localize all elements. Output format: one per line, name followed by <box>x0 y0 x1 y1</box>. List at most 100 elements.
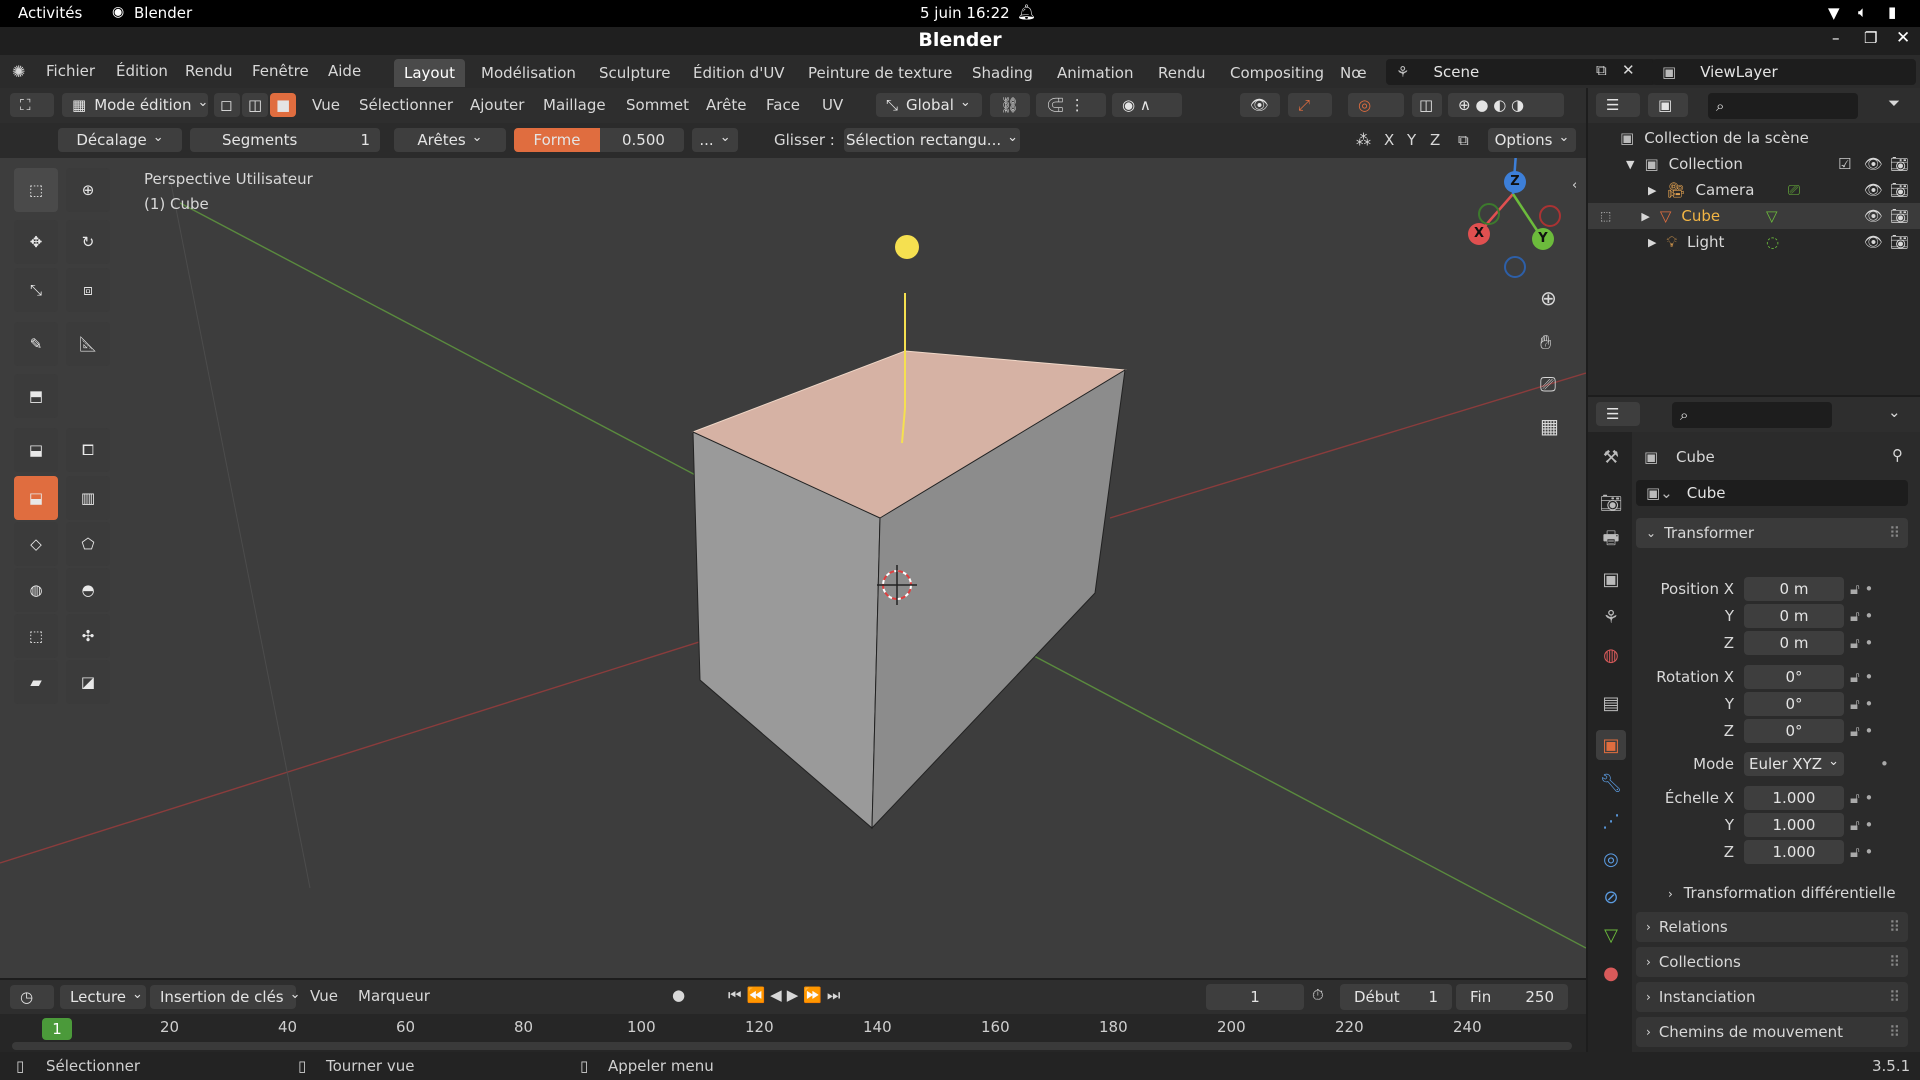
timeline-editor-type[interactable]: ◷ <box>10 985 54 1009</box>
camera-render-icon[interactable]: 📷︎ <box>1890 181 1909 199</box>
header-menu-select[interactable]: Sélectionner <box>359 96 453 114</box>
keyframe-dot-icon[interactable]: • <box>1880 755 1889 773</box>
edge-slide-tool[interactable]: ⬚ <box>14 614 58 658</box>
menu-window[interactable]: Fenêtre <box>252 62 309 80</box>
app-menu[interactable]: Blender <box>134 4 192 22</box>
maximize-icon[interactable]: ❐ <box>1864 29 1877 47</box>
stopwatch-icon[interactable]: ⏱︎ <box>1312 986 1324 1004</box>
options-dropdown[interactable]: Options <box>1488 128 1576 152</box>
clock[interactable]: 5 juin 16:22 <box>920 4 1010 22</box>
shear-tool[interactable]: ▰ <box>14 660 58 704</box>
header-menu-vertex[interactable]: Sommet <box>626 96 689 114</box>
drag-dropdown[interactable]: Sélection rectangu... <box>844 128 1020 152</box>
scale-x-field[interactable]: 1.000 <box>1744 786 1844 810</box>
instancing-panel[interactable]: › Instanciation ⠿ <box>1636 982 1908 1012</box>
lock-icon[interactable]: 🔓︎ • <box>1850 580 1873 598</box>
annotate-tool[interactable]: ✎ <box>14 322 58 366</box>
expand-icon[interactable]: ▶ <box>1648 184 1656 197</box>
lock-icon[interactable]: 🔓︎ • <box>1850 634 1873 652</box>
properties-editor-type[interactable]: ☰ <box>1596 402 1640 426</box>
camera-render-icon[interactable]: 📷︎ <box>1890 207 1909 225</box>
header-menu-view[interactable]: Vue <box>312 96 340 114</box>
scale-y-field[interactable]: 1.000 <box>1744 813 1844 837</box>
viewlayer-selector[interactable]: ▣ ViewLayer <box>1652 59 1916 85</box>
timeline[interactable]: 1 20 40 60 80 100 120 140 160 180 200 22… <box>0 1014 1586 1052</box>
playback-controls-icon[interactable]: ⏮⏪◀▶⏩⏭ <box>728 986 845 1004</box>
outliner-item-cube[interactable]: ⬚ ▶ ▽ Cube ▽ 👁︎ 📷︎ <box>1588 203 1920 229</box>
measure-tool[interactable]: 📐︎ <box>66 322 110 366</box>
rotate-tool[interactable]: ↻ <box>66 220 110 264</box>
relations-panel[interactable]: › Relations ⠿ <box>1636 912 1908 942</box>
rotation-z-field[interactable]: 0° <box>1744 719 1844 743</box>
menu-file[interactable]: Fichier <box>46 62 95 80</box>
eye-icon[interactable]: 👁︎ <box>1864 155 1883 173</box>
mirror-z-toggle[interactable]: Z <box>1430 131 1440 149</box>
scale-z-field[interactable]: 1.000 <box>1744 840 1844 864</box>
tab-layout[interactable]: Layout <box>394 59 465 87</box>
expand-icon[interactable]: ▶ <box>1641 210 1649 223</box>
affect-dropdown[interactable]: Arêtes <box>394 128 506 152</box>
add-cube-tool[interactable]: ⬒ <box>14 374 58 418</box>
pivot-button[interactable]: ⛓ <box>990 93 1030 117</box>
vertex-select-button[interactable]: ◻ <box>214 93 240 117</box>
tab-uv-editing[interactable]: Édition d'UV <box>683 59 795 87</box>
light-data-icon[interactable]: ◌ <box>1766 233 1779 251</box>
scene-selector[interactable]: ⚘ Scene <box>1386 59 1656 85</box>
scene-new-icon[interactable]: ⧉ <box>1596 61 1607 79</box>
face-select-button[interactable]: ■ <box>270 93 296 117</box>
timeline-scrollbar[interactable] <box>12 1042 1572 1050</box>
playhead[interactable]: 1 <box>42 1018 72 1040</box>
close-icon[interactable]: ✕ <box>1896 28 1910 48</box>
camera-data-icon[interactable]: ⎚ <box>1788 181 1800 199</box>
rip-tool[interactable]: ◪ <box>66 660 110 704</box>
xray-button[interactable]: ◫ <box>1412 93 1442 117</box>
filter-icon[interactable]: ⏷ <box>1888 94 1900 112</box>
lock-icon[interactable]: 🔓︎ • <box>1850 607 1873 625</box>
inset-tool[interactable]: ⧠ <box>66 428 110 472</box>
tab-shading[interactable]: Shading <box>962 59 1043 87</box>
lock-icon[interactable]: 🔓︎ • <box>1850 843 1873 861</box>
outliner-collection[interactable]: ▼ ▣ Collection ☑ 👁︎ 📷︎ <box>1588 151 1920 177</box>
output-tab-icon[interactable]: 🖶︎ <box>1596 526 1626 556</box>
outliner-search[interactable]: ⌕ <box>1708 93 1858 119</box>
rotation-x-field[interactable]: 0° <box>1744 665 1844 689</box>
mesh-options-icon[interactable]: ⧉ <box>1458 131 1469 149</box>
header-menu-face[interactable]: Face <box>766 96 800 114</box>
header-menu-uv[interactable]: UV <box>822 96 843 114</box>
lock-icon[interactable]: 🔓︎ • <box>1850 816 1873 834</box>
sidebar-toggle-icon[interactable]: ‹ <box>1572 178 1577 193</box>
smooth-tool[interactable]: ◓ <box>66 568 110 612</box>
segments-field[interactable]: Segments 1 <box>190 128 380 152</box>
knife-tool[interactable]: ◇ <box>14 522 58 566</box>
light-gizmo[interactable] <box>895 235 919 259</box>
outliner-editor-type[interactable]: ☰ <box>1596 93 1640 117</box>
visibility-button[interactable]: 👁︎ <box>1240 93 1280 117</box>
snap-button[interactable]: 🧲︎ ⋮ <box>1036 93 1106 117</box>
expand-icon[interactable]: ▶ <box>1648 236 1656 249</box>
tab-rendering[interactable]: Rendu <box>1148 59 1216 87</box>
outliner-item-light[interactable]: ▶ 💡︎ Light ◌ 👁︎ 📷︎ <box>1588 229 1920 255</box>
lock-icon[interactable]: 🔓︎ • <box>1850 722 1873 740</box>
lock-icon[interactable]: 🔓︎ • <box>1850 695 1873 713</box>
move-tool[interactable]: ✥ <box>14 220 58 264</box>
rotation-mode-dropdown[interactable]: Euler XYZ <box>1744 752 1844 776</box>
drag-handle-icon[interactable]: ⠿ <box>1889 1023 1900 1041</box>
menu-render[interactable]: Rendu <box>185 62 233 80</box>
shading-buttons[interactable]: ⊕ ● ◐ ◑ <box>1448 93 1564 117</box>
wifi-icon[interactable]: ▼ <box>1828 4 1840 22</box>
mode-dropdown[interactable]: ▦ Mode édition <box>62 93 208 117</box>
header-menu-edge[interactable]: Arête <box>706 96 746 114</box>
tab-animation[interactable]: Animation <box>1047 59 1143 87</box>
location-x-field[interactable]: 0 m <box>1744 577 1844 601</box>
orientation-dropdown[interactable]: ⤡ Global <box>876 93 982 117</box>
eye-icon[interactable]: 👁︎ <box>1864 207 1883 225</box>
motion-paths-panel[interactable]: › Chemins de mouvement ⠿ <box>1636 1017 1908 1047</box>
camera-render-icon[interactable]: 📷︎ <box>1890 233 1909 251</box>
scale-tool[interactable]: ⤡ <box>14 268 58 312</box>
overlay-toggle-button[interactable]: ◎ <box>1348 93 1404 117</box>
perspective-grid-icon[interactable]: ▦ <box>1540 414 1559 438</box>
zoom-icon[interactable]: ⊕ <box>1540 286 1557 310</box>
eye-icon[interactable]: 👁︎ <box>1864 181 1883 199</box>
object-name-field[interactable]: ▣⌄ Cube <box>1636 480 1908 506</box>
outliner-item-camera[interactable]: ▶ 🎥︎ Camera ⎚ 👁︎ 📷︎ <box>1588 177 1920 203</box>
